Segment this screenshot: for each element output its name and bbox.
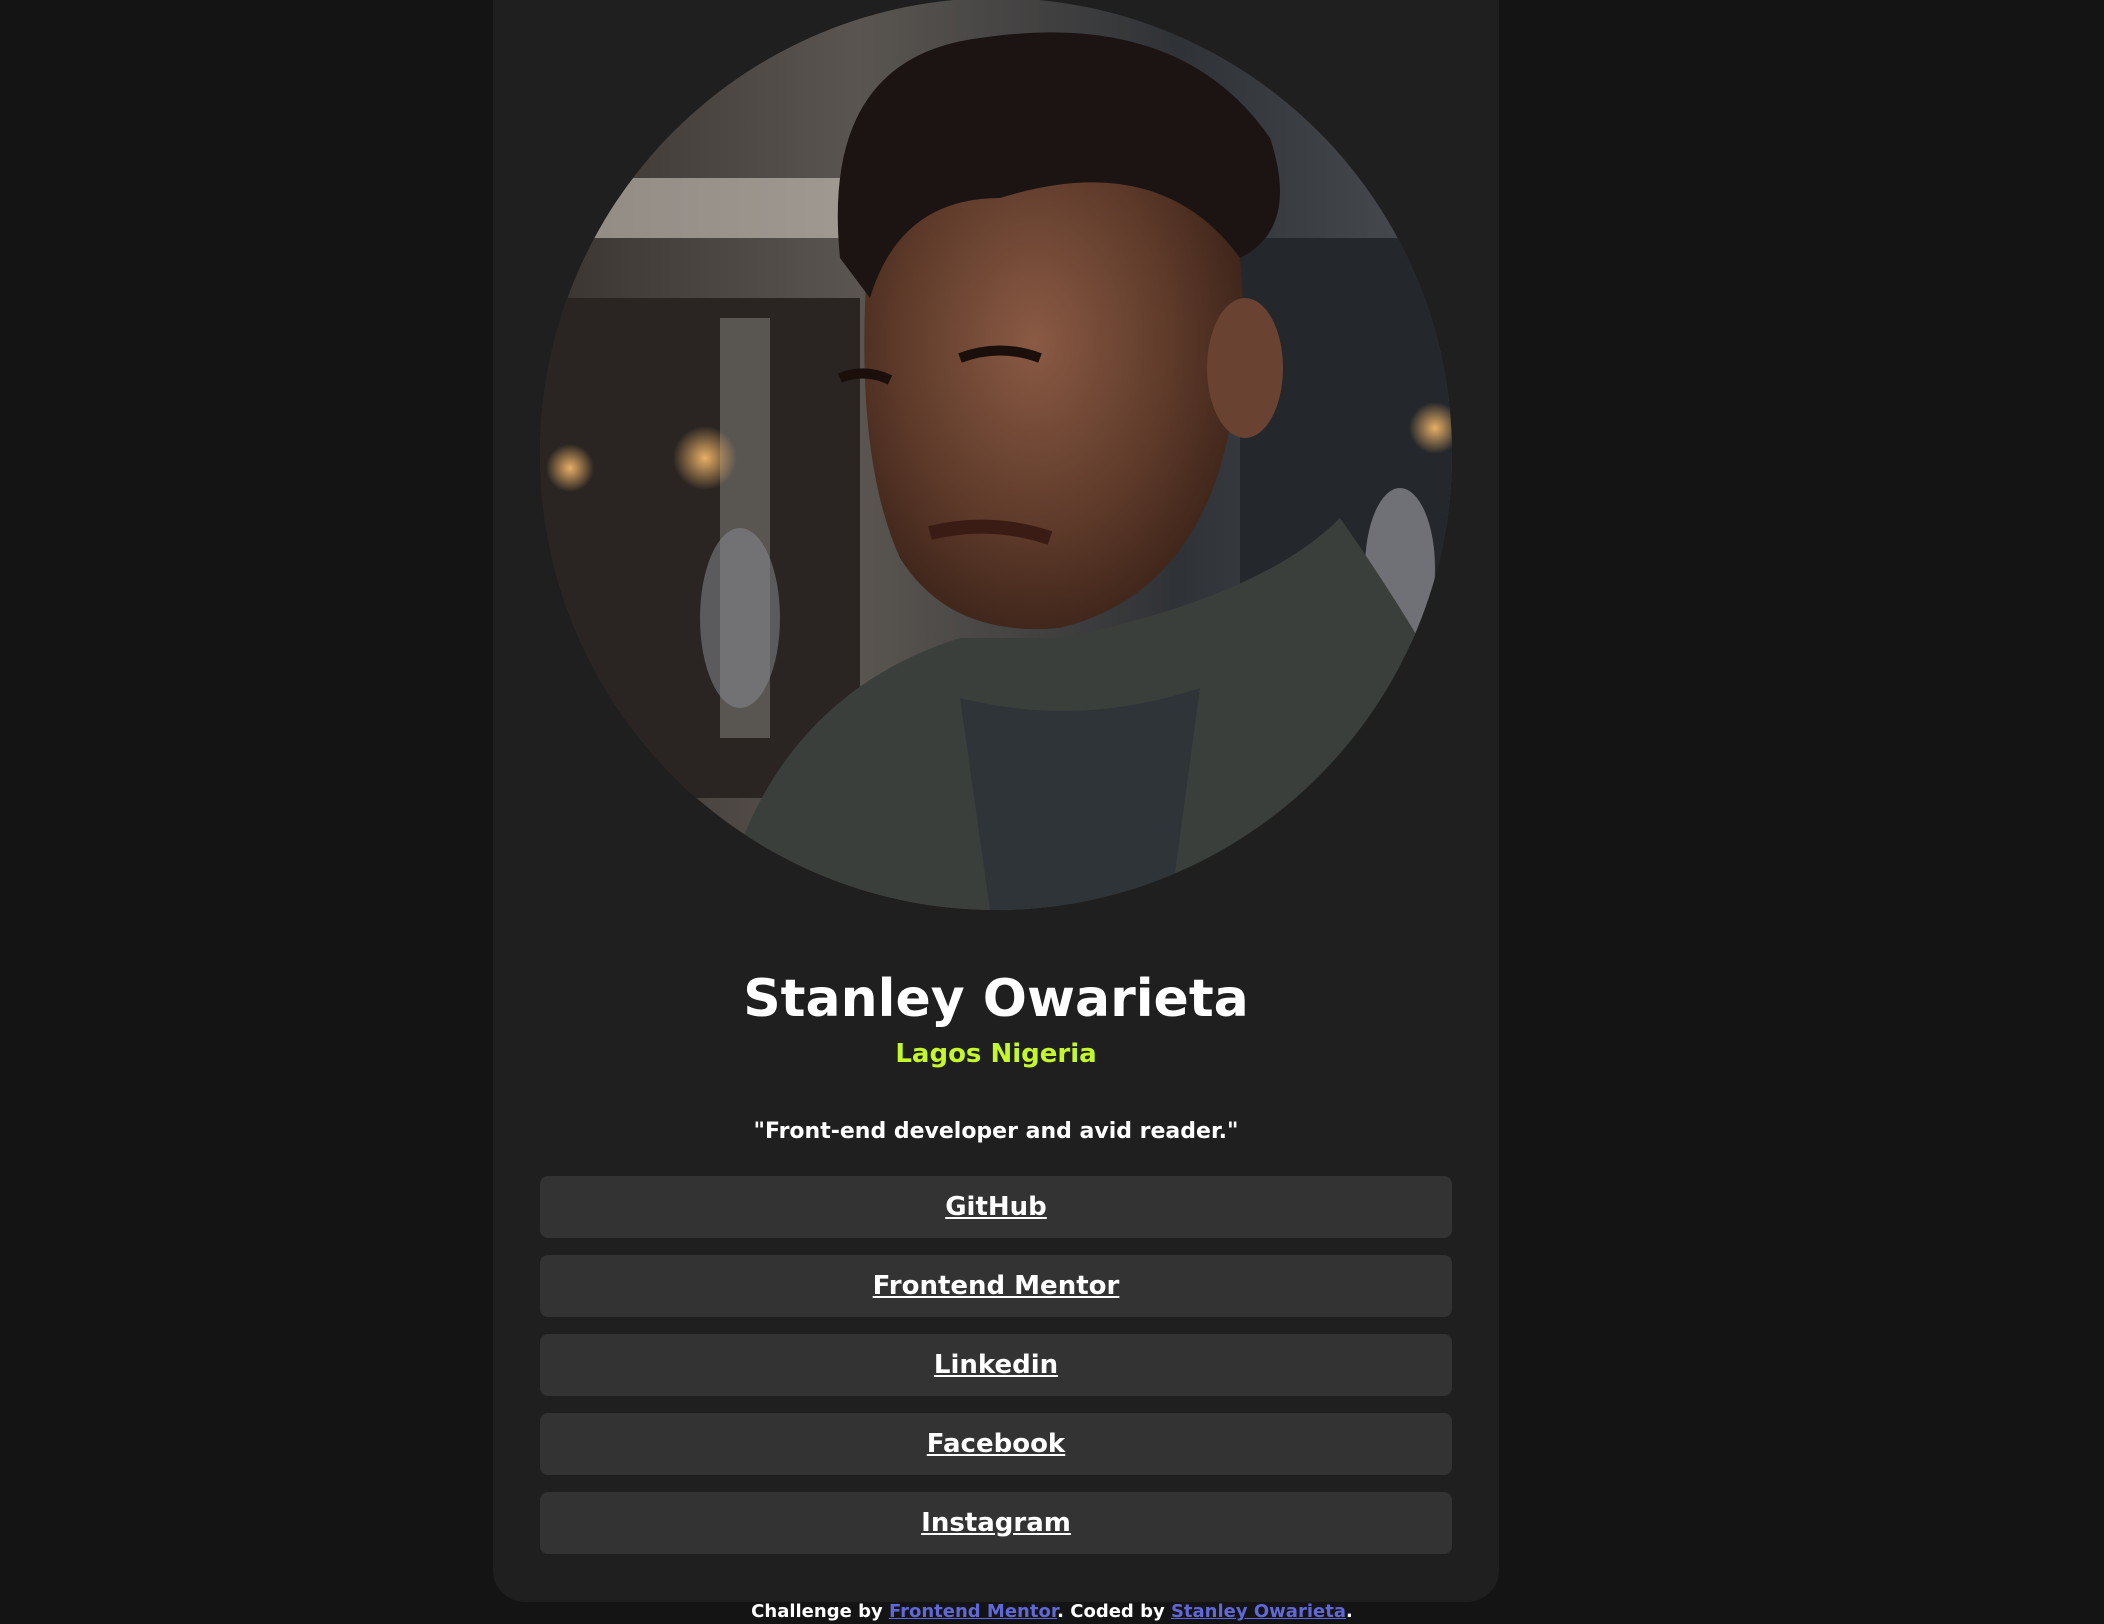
footer-middle: . Coded by [1057,1601,1171,1622]
profile-name: Stanley Owarieta [743,969,1249,1029]
profile-bio: "Front-end developer and avid reader." [753,1119,1239,1144]
footer-author-link[interactable]: Stanley Owarieta [1171,1601,1346,1622]
link-instagram[interactable]: Instagram [540,1492,1452,1554]
avatar-photo [540,0,1452,910]
link-github[interactable]: GitHub [540,1176,1452,1238]
attribution-footer: Challenge by Frontend Mentor. Coded by S… [0,1600,2104,1624]
link-frontend-mentor[interactable]: Frontend Mentor [540,1255,1452,1317]
page: Stanley Owarieta Lagos Nigeria "Front-en… [0,0,2104,1624]
link-linkedin[interactable]: Linkedin [540,1334,1452,1396]
social-links-list: GitHub Frontend Mentor Linkedin Facebook… [540,1176,1452,1571]
profile-location: Lagos Nigeria [895,1039,1097,1069]
footer-prefix: Challenge by [751,1601,889,1622]
footer-suffix: . [1345,1601,1353,1622]
footer-challenge-link[interactable]: Frontend Mentor [889,1601,1057,1622]
avatar [540,0,1452,910]
link-facebook[interactable]: Facebook [540,1413,1452,1475]
